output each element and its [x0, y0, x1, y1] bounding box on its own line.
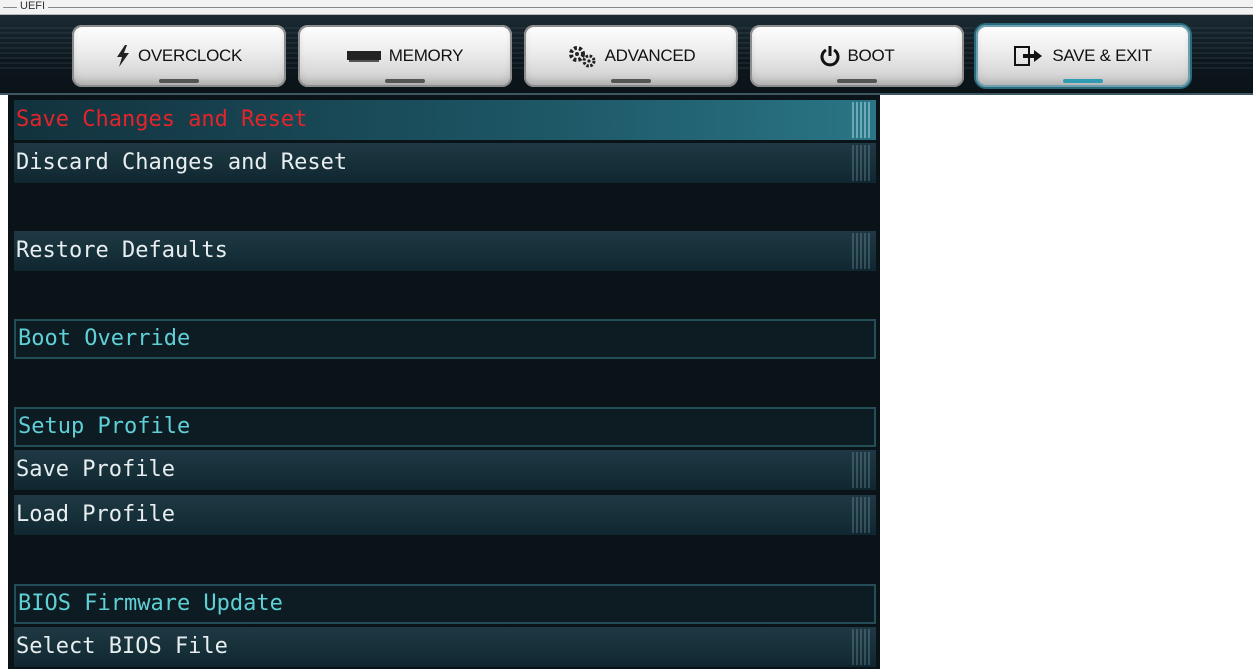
- section-header-setup-profile: Setup Profile: [14, 407, 876, 447]
- title-rule-right: [48, 7, 1253, 8]
- tab-overclock[interactable]: OVERCLOCK: [72, 25, 286, 87]
- tab-notch: [1063, 79, 1103, 83]
- gears-icon: [567, 44, 597, 68]
- tab-advanced[interactable]: ADVANCED: [524, 25, 738, 87]
- section-header-boot-override: Boot Override: [14, 319, 876, 359]
- lightning-icon: [116, 45, 130, 67]
- menu-item-select-bios-file[interactable]: Select BIOS File: [14, 627, 876, 667]
- menu-item-save-changes-reset[interactable]: Save Changes and Reset: [14, 100, 876, 140]
- tab-notch: [837, 79, 877, 83]
- memory-module-icon: [346, 49, 381, 63]
- menu-item-save-profile[interactable]: Save Profile: [14, 450, 876, 490]
- exit-arrow-icon: [1014, 46, 1044, 66]
- tab-notch: [159, 79, 199, 83]
- tab-bar: OVERCLOCK MEMORY ADVANCED BOOT SAVE & EX…: [0, 15, 1253, 95]
- power-icon: [820, 45, 840, 67]
- tab-label: OVERCLOCK: [137, 46, 243, 65]
- tab-memory[interactable]: MEMORY: [298, 25, 512, 87]
- save-exit-menu-panel: Save Changes and Reset Discard Changes a…: [8, 95, 880, 669]
- window-title-bar: UEFI: [0, 0, 1253, 15]
- tab-notch: [611, 79, 651, 83]
- menu-item-restore-defaults[interactable]: Restore Defaults: [14, 231, 876, 271]
- tab-label: BOOT: [847, 46, 895, 65]
- tab-label: ADVANCED: [604, 46, 696, 65]
- tab-boot[interactable]: BOOT: [750, 25, 964, 87]
- menu-item-load-profile[interactable]: Load Profile: [14, 495, 876, 535]
- title-rule-left: [3, 7, 17, 8]
- tab-save-exit[interactable]: SAVE & EXIT: [976, 25, 1190, 87]
- tab-label: SAVE & EXIT: [1052, 46, 1152, 65]
- section-header-bios-firmware-update: BIOS Firmware Update: [14, 584, 876, 624]
- window-title: UEFI: [20, 0, 46, 12]
- tab-notch: [385, 79, 425, 83]
- menu-item-discard-changes-reset[interactable]: Discard Changes and Reset: [14, 143, 876, 183]
- tab-label: MEMORY: [388, 46, 464, 65]
